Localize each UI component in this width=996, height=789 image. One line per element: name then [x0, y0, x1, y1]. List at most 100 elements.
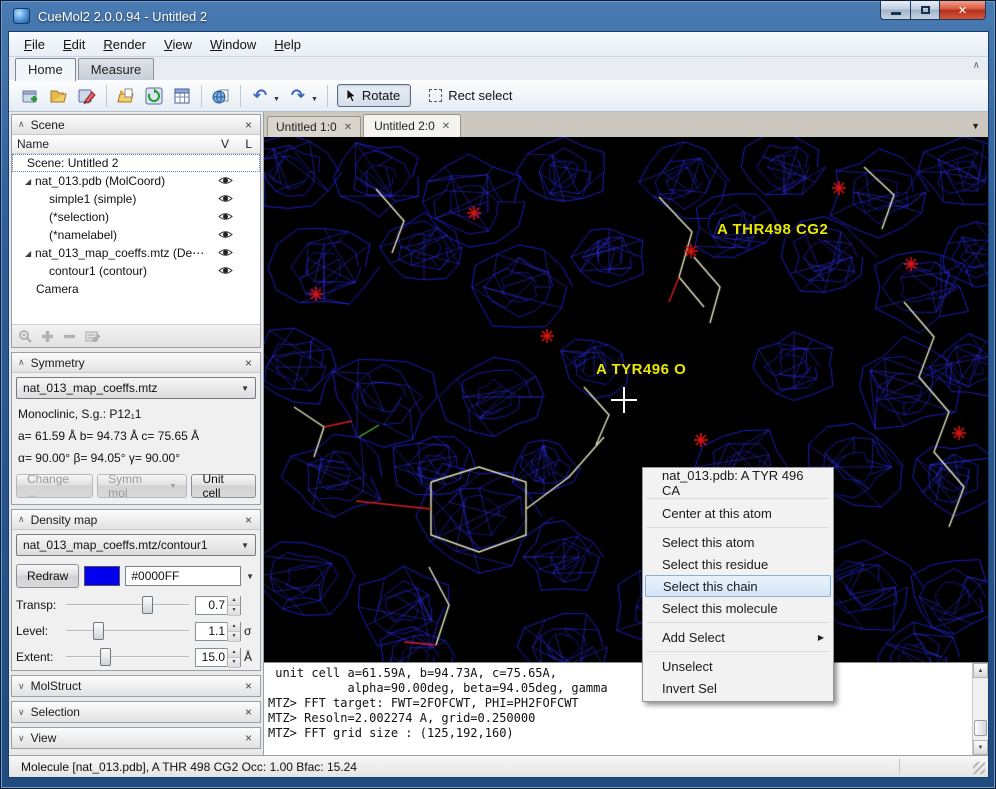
level-spinner[interactable]: 1.1▲▼ — [195, 622, 241, 641]
zoom-icon[interactable] — [18, 329, 33, 344]
context-menu-item[interactable]: Center at this atom — [645, 502, 831, 524]
undo-icon[interactable]: ↶ — [248, 84, 272, 108]
expand-icon[interactable]: ∨ — [18, 733, 25, 744]
visibility-eye-icon[interactable] — [218, 265, 234, 277]
map-color-swatch[interactable] — [84, 566, 120, 586]
render-scene-icon[interactable] — [209, 84, 233, 108]
ribbon-collapse-icon[interactable]: ∧ — [973, 60, 980, 71]
close-icon[interactable]: × — [243, 705, 254, 719]
visibility-eye-icon[interactable] — [218, 175, 234, 187]
save-scene-icon[interactable] — [75, 84, 99, 108]
symmetry-target-select[interactable]: nat_013_map_coeffs.mtz▼ — [16, 377, 256, 399]
tree-expander-icon[interactable]: ◢ — [25, 249, 35, 258]
context-menu-item[interactable]: Add Select▶ — [645, 626, 831, 648]
tree-row[interactable]: Scene: Untitled 2 — [12, 154, 260, 172]
density-target-select[interactable]: nat_013_map_coeffs.mtz/contour1▼ — [16, 534, 256, 556]
redo-icon[interactable]: ↷ — [286, 84, 310, 108]
ribbon-tab-measure[interactable]: Measure — [78, 58, 155, 80]
tree-row[interactable]: ◢nat_013.pdb (MolCoord) — [12, 172, 260, 190]
chevron-down-icon[interactable]: ▼ — [246, 572, 256, 581]
level-label: Level: — [16, 624, 66, 638]
tree-row[interactable]: contour1 (contour) — [12, 262, 260, 280]
close-icon[interactable]: × — [243, 118, 254, 132]
expand-icon[interactable]: ∨ — [18, 707, 25, 718]
collapse-icon[interactable]: ∧ — [18, 357, 25, 368]
add-icon[interactable] — [40, 329, 55, 344]
menu-file[interactable]: File — [15, 34, 54, 55]
new-scene-icon[interactable] — [19, 84, 43, 108]
extent-slider[interactable] — [66, 647, 189, 667]
menu-edit[interactable]: Edit — [54, 34, 94, 55]
level-slider[interactable] — [66, 621, 189, 641]
minimize-button[interactable] — [880, 1, 910, 20]
rect-select-tool[interactable]: Rect select — [423, 85, 518, 106]
scroll-up-icon[interactable]: ▲ — [973, 663, 988, 678]
density-map-panel: ∧ Density map × nat_013_map_coeffs.mtz/c… — [11, 509, 261, 671]
crosshair-icon — [611, 387, 637, 413]
extent-spinner[interactable]: 15.0▲▼ — [195, 648, 241, 667]
context-menu-item[interactable]: Select this atom — [645, 531, 831, 553]
tree-expander-icon[interactable]: ◢ — [25, 177, 35, 186]
tree-row[interactable]: simple1 (simple) — [12, 190, 260, 208]
close-tab-icon[interactable]: ✕ — [442, 121, 450, 132]
tree-item-label: simple1 (simple) — [49, 192, 136, 206]
undo-dropdown-icon[interactable]: ▼ — [273, 96, 280, 103]
collapse-icon[interactable]: ∧ — [18, 119, 25, 130]
data-table-icon[interactable] — [170, 84, 194, 108]
context-menu-item[interactable]: Unselect — [645, 655, 831, 677]
context-menu-item[interactable]: Select this molecule — [645, 597, 831, 619]
visibility-eye-icon[interactable] — [218, 229, 234, 241]
close-icon[interactable]: × — [243, 356, 254, 370]
tree-item-label: nat_013_map_coeffs.mtz (De⋯ — [35, 246, 204, 260]
context-menu-item[interactable]: nat_013.pdb: A TYR 496 CA — [645, 470, 831, 495]
context-menu-item[interactable]: Invert Sel — [645, 677, 831, 699]
resize-grip[interactable] — [973, 762, 985, 774]
scroll-down-icon[interactable]: ▼ — [973, 740, 988, 755]
rotate-tool-button[interactable]: Rotate — [337, 84, 411, 107]
redo-dropdown-icon[interactable]: ▼ — [311, 96, 318, 103]
close-icon[interactable]: × — [243, 731, 254, 745]
expand-icon[interactable]: ∨ — [18, 681, 25, 692]
properties-icon[interactable] — [84, 329, 101, 344]
close-icon[interactable]: × — [243, 679, 254, 693]
remove-icon[interactable] — [62, 329, 77, 344]
reload-icon[interactable] — [142, 84, 166, 108]
column-visible: V — [221, 137, 229, 151]
redraw-button[interactable]: Redraw — [16, 564, 79, 588]
open-scene-icon[interactable] — [47, 84, 71, 108]
ribbon-tab-home[interactable]: Home — [15, 58, 76, 81]
view-tab-2[interactable]: Untitled 2:0✕ — [363, 114, 461, 137]
menu-help[interactable]: Help — [265, 34, 310, 55]
menu-view[interactable]: View — [155, 34, 201, 55]
transp-slider[interactable] — [66, 595, 189, 615]
symm-mol-button[interactable]: Symm mol▼ — [97, 474, 187, 498]
collapse-icon[interactable]: ∧ — [18, 514, 25, 525]
tree-row[interactable]: (*selection) — [12, 208, 260, 226]
transp-spinner[interactable]: 0.7▲▼ — [195, 596, 241, 615]
scrollbar-thumb[interactable] — [974, 720, 987, 736]
tab-list-dropdown-icon[interactable]: ▼ — [971, 121, 980, 131]
molecular-viewport[interactable]: A THR498 CG2A TYR496 O — [264, 137, 988, 662]
tree-row[interactable]: (*namelabel) — [12, 226, 260, 244]
maximize-button[interactable] — [910, 1, 940, 20]
visibility-eye-icon[interactable] — [218, 247, 234, 259]
unit-cell-button[interactable]: Unit cell — [191, 474, 256, 498]
visibility-eye-icon[interactable] — [218, 211, 234, 223]
change-button[interactable]: Change ... — [16, 474, 93, 498]
tree-row[interactable]: Camera — [12, 280, 260, 298]
visibility-eye-icon[interactable] — [218, 193, 234, 205]
tree-row[interactable]: ◢nat_013_map_coeffs.mtz (De⋯ — [12, 244, 260, 262]
close-tab-icon[interactable]: ✕ — [344, 122, 352, 133]
map-color-hex-field[interactable]: #0000FF — [125, 566, 241, 586]
panel-title: Density map — [31, 513, 243, 527]
context-menu-item[interactable]: Select this residue — [645, 553, 831, 575]
close-button[interactable]: ✕ — [940, 1, 986, 20]
context-menu-item-label: Select this molecule — [662, 601, 778, 616]
menu-window[interactable]: Window — [201, 34, 265, 55]
view-tab-1[interactable]: Untitled 1:0✕ — [267, 116, 361, 137]
open-file-icon[interactable] — [114, 84, 138, 108]
log-scrollbar[interactable]: ▲ ▼ — [972, 663, 988, 755]
close-icon[interactable]: × — [243, 513, 254, 527]
context-menu-item[interactable]: Select this chain — [645, 575, 831, 597]
menu-render[interactable]: Render — [94, 34, 155, 55]
